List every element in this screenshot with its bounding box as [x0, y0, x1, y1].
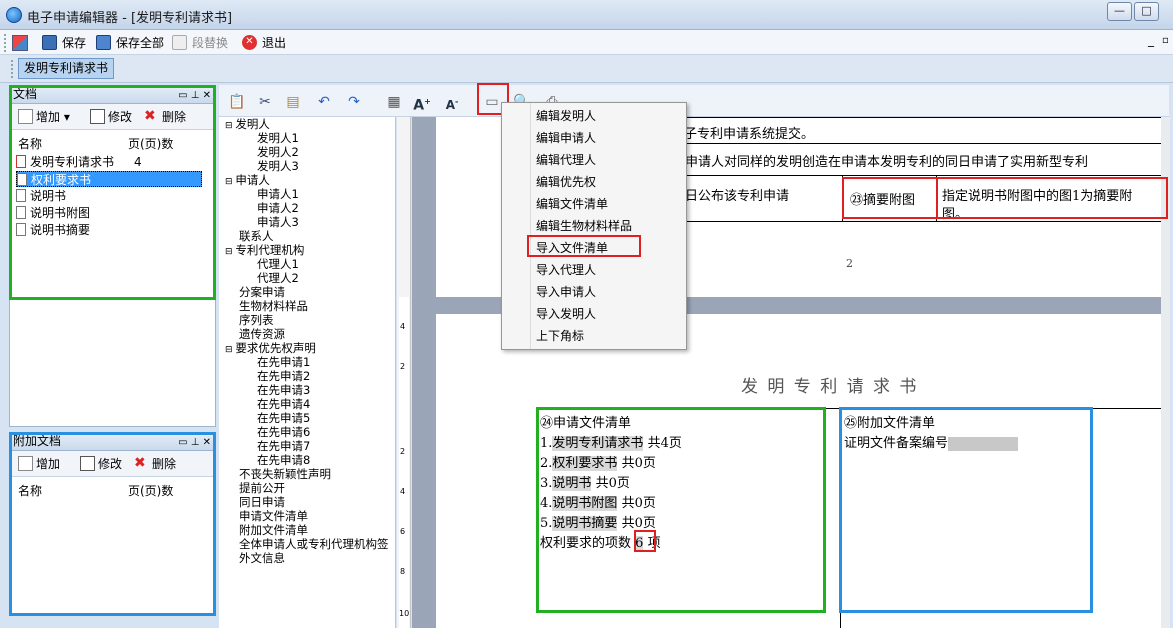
- tree-node[interactable]: 申请人2: [257, 201, 299, 215]
- menu-item[interactable]: 编辑文件清单: [536, 194, 608, 214]
- page-number: 2: [846, 257, 853, 270]
- collapse-icon[interactable]: ⊟: [225, 247, 235, 257]
- ruler-area: [399, 297, 409, 628]
- menu-toolbar: 保存 保存全部 段替换 ✕ 退出 _ ▫: [0, 30, 1173, 55]
- tree-node[interactable]: 在先申请4: [257, 397, 310, 411]
- tree-panel: ⊟ 发明人 发明人1 发明人2 发明人3 ⊟ 申请人 申请人1 申请人2 申请人3 联系人 ⊟ 专…: [219, 117, 396, 628]
- tree-node[interactable]: 申请人3: [257, 215, 299, 229]
- ruler-tick: 2: [400, 447, 406, 456]
- title-bar: 电子申请编辑器 - [发明专利请求书] — □: [0, 0, 1173, 30]
- font-decrease-icon[interactable]: A-: [440, 90, 464, 114]
- highlight-box: [9, 85, 216, 300]
- tree-node[interactable]: 生物材料样品: [239, 299, 308, 313]
- ruler-tick: 4: [400, 487, 406, 496]
- tree-node[interactable]: 发明人1: [257, 131, 299, 145]
- exit-button[interactable]: ✕ 退出: [242, 34, 286, 52]
- tree-node[interactable]: 序列表: [239, 313, 274, 327]
- tree-node[interactable]: 在先申请7: [257, 439, 310, 453]
- grip-icon: [4, 34, 6, 52]
- menu-item[interactable]: 编辑生物材料样品: [536, 216, 632, 236]
- page-setup-icon[interactable]: ▦: [382, 90, 406, 114]
- tree-node[interactable]: 同日申请: [239, 495, 285, 509]
- tree-node[interactable]: 提前公开: [239, 481, 285, 495]
- font-increase-icon[interactable]: A+: [410, 90, 434, 114]
- undo-icon[interactable]: ↶: [312, 90, 336, 114]
- window-title: 电子申请编辑器 - [发明专利请求书]: [27, 11, 233, 26]
- redo-icon[interactable]: ↷: [342, 90, 366, 114]
- tree-node[interactable]: 在先申请6: [257, 425, 310, 439]
- menu-item[interactable]: 编辑申请人: [536, 128, 596, 148]
- ruler-tick: 8: [400, 567, 406, 576]
- cut-icon[interactable]: ✂: [253, 90, 277, 114]
- tree-node[interactable]: 在先申请5: [257, 411, 310, 425]
- ruler-tick: 6: [400, 527, 406, 536]
- tree-node[interactable]: 发明人3: [257, 159, 299, 173]
- page1-line2: 本申请人对同样的发明创造在申请本发明专利的同日申请了实用新型专利: [672, 155, 1089, 170]
- page1-line3: 早日公布该专利申请: [672, 189, 790, 204]
- tree-node[interactable]: 在先申请8: [257, 453, 310, 467]
- app-menu-icon[interactable]: [12, 35, 28, 51]
- ruler-tick: 10: [399, 609, 410, 618]
- app-icon: [6, 7, 22, 23]
- tree-node[interactable]: 附加文件清单: [239, 523, 308, 537]
- tree-node[interactable]: 联系人: [239, 229, 274, 243]
- tree-node[interactable]: 在先申请2: [257, 369, 310, 383]
- menu-item[interactable]: 导入代理人: [536, 260, 596, 280]
- page1-line1: 子专利申请系统提交。: [684, 127, 815, 142]
- tree-node[interactable]: 代理人1: [257, 257, 299, 271]
- tree-node[interactable]: 申请人1: [257, 187, 299, 201]
- tree-node[interactable]: 分案申请: [239, 285, 285, 299]
- menu-item[interactable]: 编辑发明人: [536, 106, 596, 126]
- maximize-button[interactable]: □: [1134, 2, 1159, 21]
- highlight-box: [936, 177, 1168, 219]
- clipboard-icon[interactable]: ▤: [281, 90, 305, 114]
- highlight-box: [842, 177, 938, 219]
- document-tab-bar: 发明专利请求书: [0, 55, 1173, 83]
- minimize-button[interactable]: —: [1107, 2, 1132, 21]
- mdi-minimize-button[interactable]: _: [1148, 33, 1154, 47]
- ruler-tick: 4: [400, 322, 406, 331]
- collapse-icon[interactable]: ⊟: [225, 177, 235, 187]
- grip-icon: [11, 60, 13, 78]
- page-title: 发 明 专 利 请 求 书: [741, 377, 919, 397]
- tree-node[interactable]: 遗传资源: [239, 327, 285, 341]
- collapse-icon[interactable]: ⊟: [225, 121, 235, 131]
- mdi-restore-button[interactable]: ▫: [1162, 35, 1169, 46]
- menu-item[interactable]: 导入发明人: [536, 304, 596, 324]
- tree-node[interactable]: 在先申请1: [257, 355, 310, 369]
- collapse-icon[interactable]: ⊟: [225, 345, 235, 355]
- highlight-box: [527, 235, 641, 257]
- save-all-button[interactable]: 保存全部: [96, 34, 164, 52]
- highlight-box: [536, 407, 826, 613]
- exit-icon: ✕: [242, 35, 257, 50]
- tree-node[interactable]: 发明人2: [257, 145, 299, 159]
- highlight-box: [839, 407, 1093, 613]
- tree-node[interactable]: 外文信息: [239, 551, 285, 565]
- tree-node[interactable]: 全体申请人或专利代理机构签: [239, 537, 389, 551]
- menu-item[interactable]: 上下角标: [536, 326, 584, 346]
- save-all-icon: [96, 35, 111, 50]
- vertical-ruler: 4 2 2 4 6 8 10: [397, 117, 411, 628]
- save-icon: [42, 35, 57, 50]
- menu-item[interactable]: 编辑优先权: [536, 172, 596, 192]
- replace-button[interactable]: 段替换: [172, 34, 228, 52]
- tree-node[interactable]: 在先申请3: [257, 383, 310, 397]
- tree-node[interactable]: 申请文件清单: [239, 509, 308, 523]
- replace-icon: [172, 35, 187, 50]
- menu-item[interactable]: 导入申请人: [536, 282, 596, 302]
- tree-node[interactable]: 代理人2: [257, 271, 299, 285]
- save-button[interactable]: 保存: [42, 34, 86, 52]
- ruler-tick: 2: [400, 362, 406, 371]
- tab-invention-request[interactable]: 发明专利请求书: [18, 58, 115, 79]
- context-menu: 编辑发明人 编辑申请人 编辑代理人 编辑优先权 编辑文件清单 编辑生物材料样品 导入文件清单…: [501, 102, 687, 350]
- menu-item[interactable]: 编辑代理人: [536, 150, 596, 170]
- highlight-box: [634, 530, 656, 552]
- tree-node[interactable]: 不丧失新颖性声明: [239, 467, 331, 481]
- paste-icon[interactable]: 📋: [225, 90, 249, 114]
- highlight-box: [9, 432, 216, 616]
